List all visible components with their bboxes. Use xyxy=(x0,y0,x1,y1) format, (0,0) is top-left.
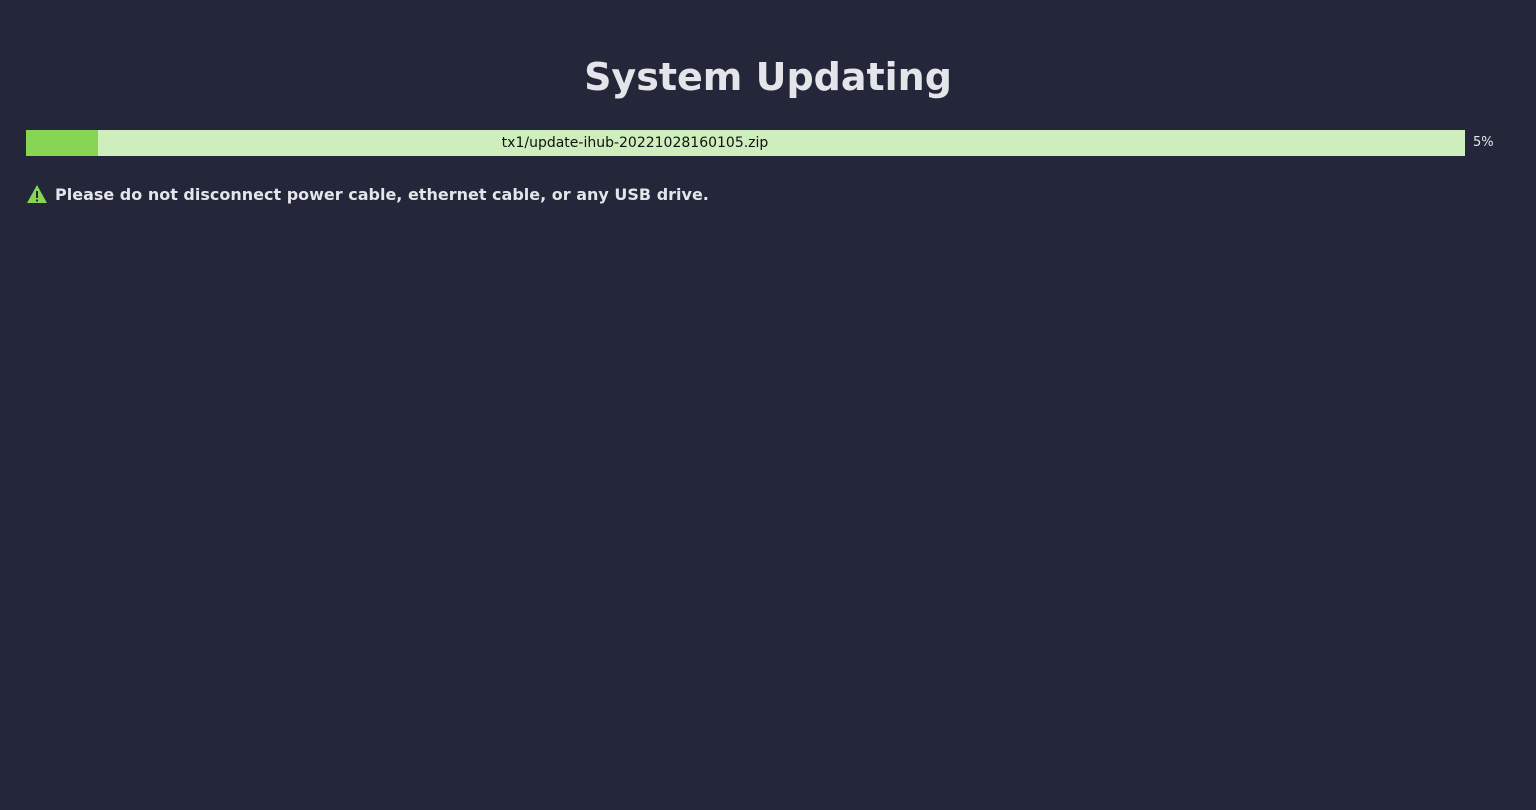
progress-percent: 5% xyxy=(1473,135,1494,150)
warning-text: Please do not disconnect power cable, et… xyxy=(55,184,709,204)
update-filename: tx1/update-ihub-20221028160105.zip xyxy=(501,135,769,151)
progress-track: tx1/update-ihub-20221028160105.zip xyxy=(26,130,1465,156)
warning-message: Please do not disconnect power cable, et… xyxy=(26,182,709,206)
page-title: System Updating xyxy=(584,55,952,99)
warning-triangle-icon xyxy=(26,184,48,204)
update-progress: tx1/update-ihub-20221028160105.zip 5% xyxy=(26,130,1506,156)
